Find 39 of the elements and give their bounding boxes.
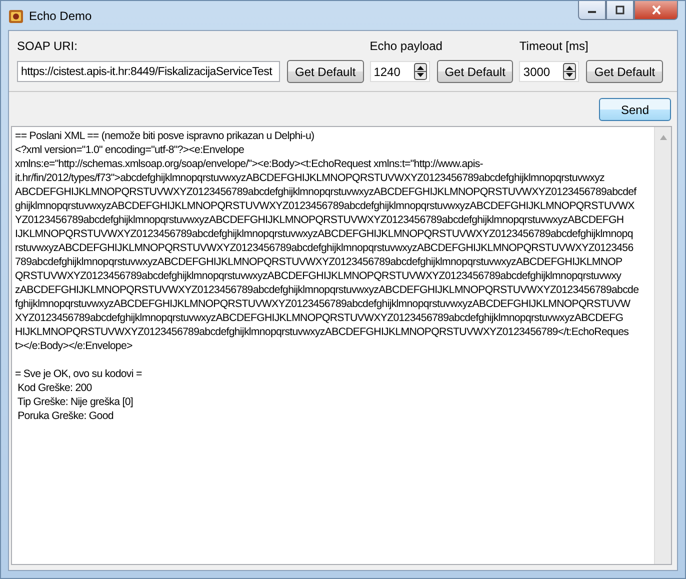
memo-line: ghijklmnopqrstuvwxyzABCDEFGHIJKLMNOPQRSTUVWXYZ0123456789abcdefghijklmnopqrstuvwxyzABCDEFGHIJKLMNOPQRSTUVWX (15, 199, 636, 213)
memo-line: Poruka Greške: Good (16, 409, 114, 423)
close-button[interactable] (634, 1, 678, 20)
memo-line: <?xml version="1.0" encoding="utf-8"?><e:Envelope (15, 143, 246, 157)
maximize-button[interactable] (606, 1, 634, 20)
field-label: Timeout [ms] (519, 39, 590, 53)
memo-line: xmlns:e="http://schemas.xmlsoap.org/soap/envelope/"><e:Body><t:EchoRequest xmlns:t="http://www.apis- (15, 157, 484, 171)
field-label: SOAP URI: (17, 39, 78, 53)
get-default-button[interactable]: Get Default (436, 60, 514, 83)
maximize-icon (615, 5, 625, 15)
memo-line: ABCDEFGHIJKLMNOPQRSTUVWXYZ0123456789abcdefghijklmnopqrstuvwxyzABCDEFGHIJKLMNOPQRSTUVWXYZ0123456789abcdef (15, 185, 638, 199)
minimize-button[interactable] (578, 1, 606, 20)
memo-line: XYZ0123456789abcdefghijklmnopqrstuvwxyzABCDEFGHIJKLMNOPQRSTUVWXYZ0123456789abcdefghijklmnopqrstuvwxyzABCDEFG (15, 311, 624, 325)
uri-field[interactable]: https://cistest.apis-it.hr:8449/FiskalizacijaServiceTest (17, 61, 280, 82)
memo-line: t></e:Body></e:Envelope> (15, 339, 134, 353)
window-title: Echo Demo (29, 8, 92, 22)
memo-line: Kod Greške: 200 (16, 381, 93, 395)
memo-line: rstuvwxyzABCDEFGHIJKLMNOPQRSTUVWXYZ0123456789abcdefghijklmnopqrstuvwxyzABCDEFGHIJKLMNOPQRSTUVWXYZ0123456 (15, 241, 634, 255)
close-icon (650, 5, 662, 15)
memo-line: Tip Greške: Nije greška [0] (16, 395, 134, 409)
memo-line: HIJKLMNOPQRSTUVWXYZ0123456789abcdefghijklmnopqrstuvwxyzABCDEFGHIJKLMNOPQRSTUVWXYZ0123456789</t:EchoReques (15, 325, 630, 339)
memo-line: QRSTUVWXYZ0123456789abcdefghijklmnopqrstuvwxyzABCDEFGHIJKLMNOPQRSTUVWXYZ0123456789abcdefghijklmnopqrstuvwxy (15, 269, 622, 283)
memo-line: = Sve je OK, ovo su kodovi = (15, 367, 143, 381)
memo-line: 789abcdefghijklmnopqrstuvwxyzABCDEFGHIJKLMNOPQRSTUVWXYZ0123456789abcdefghijklmnopqrstuvwxyzABCDEFGHIJKLMNOP (15, 255, 624, 269)
memo-line: zABCDEFGHIJKLMNOPQRSTUVWXYZ0123456789abcdefghijklmnopqrstuvwxyzABCDEFGHIJKLMNOPQRSTUVWXYZ0123456789abcde (15, 283, 640, 297)
spin-arrows-icon[interactable] (563, 63, 576, 80)
field-label: Echo payload (370, 39, 444, 53)
output-memo[interactable] (11, 126, 672, 565)
get-default-button[interactable]: Get Default (287, 60, 364, 83)
get-default-button[interactable]: Get Default (586, 60, 664, 83)
memo-line: == Poslani XML == (nemože biti posve ispravno prikazan u Delphi-u) (15, 129, 316, 143)
spin-arrows-icon[interactable] (414, 63, 427, 80)
memo-line: it.hr/fin/2012/types/f73">abcdefghijklmnopqrstuvwxyzABCDEFGHIJKLMNOPQRSTUVWXYZ0123456789abcdefghijklmnopqrstuvwxyz (15, 171, 606, 185)
send-button[interactable]: Send (599, 98, 671, 121)
scrollbar[interactable] (654, 127, 671, 564)
app-icon (8, 8, 24, 24)
memo-line: YZ0123456789abcdefghijklmnopqrstuvwxyzABCDEFGHIJKLMNOPQRSTUVWXYZ0123456789abcdefghijklmnopqrstuvwxyzABCDEFGH (15, 213, 625, 227)
memo-line: fghijklmnopqrstuvwxyzABCDEFGHIJKLMNOPQRSTUVWXYZ0123456789abcdefghijklmnopqrstuvwxyzABCDEFGHIJKLMNOPQRSTUVW (15, 297, 632, 311)
memo-line: IJKLMNOPQRSTUVWXYZ0123456789abcdefghijklmnopqrstuvwxyzABCDEFGHIJKLMNOPQRSTUVWXYZ0123456789abcdefghijklmnopq (15, 227, 634, 241)
